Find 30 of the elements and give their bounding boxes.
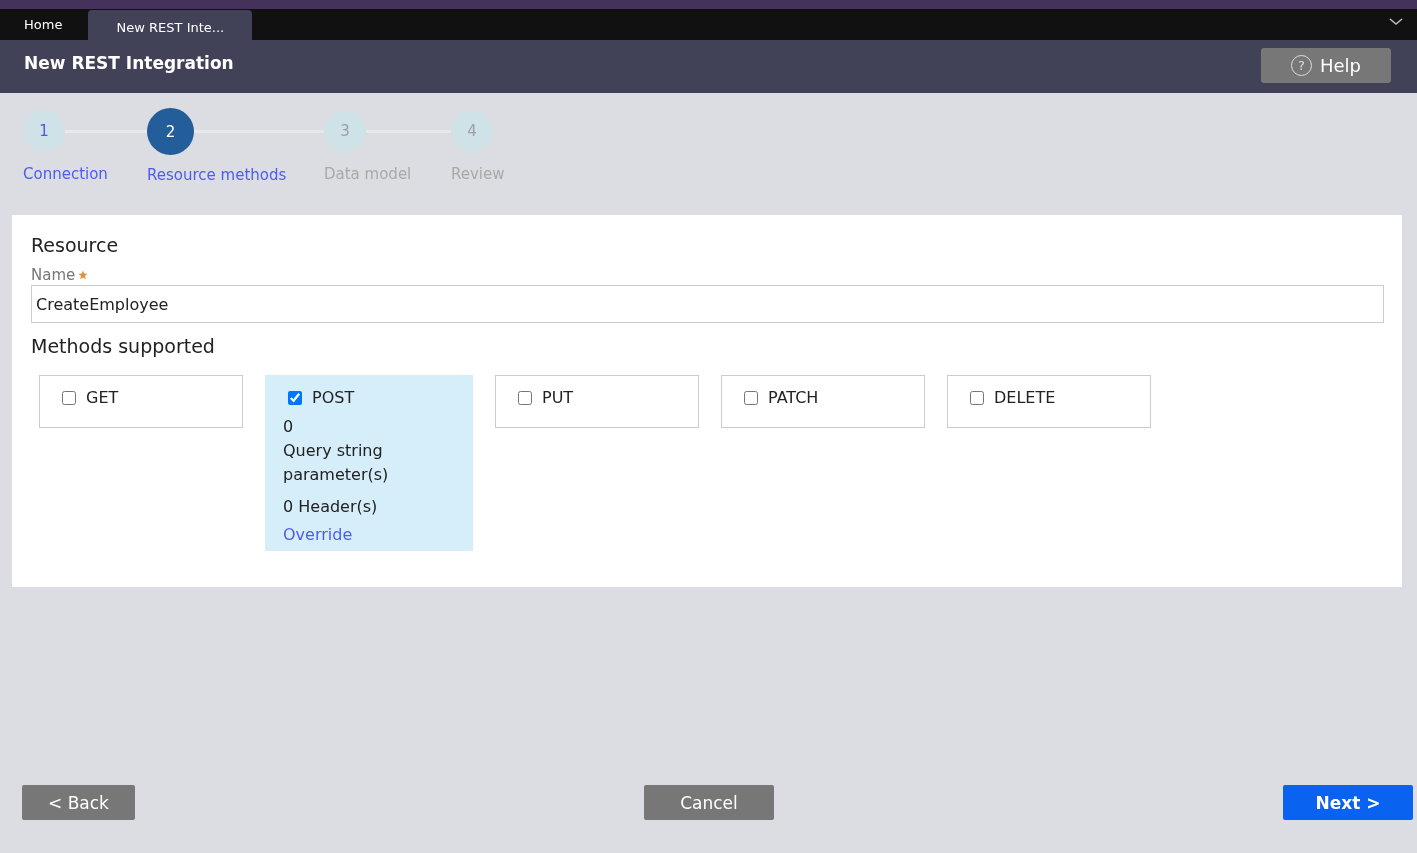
method-label[interactable]: POST — [312, 388, 355, 407]
next-button[interactable]: Next > — [1283, 785, 1413, 820]
step-label[interactable]: Connection — [23, 165, 147, 183]
method-checkbox[interactable] — [62, 390, 76, 405]
method-checkbox[interactable] — [288, 390, 302, 405]
method-checkbox[interactable] — [518, 390, 532, 405]
query-label: Query string parameter(s) — [283, 440, 390, 486]
tab[interactable]: Home — [8, 9, 79, 40]
method-label[interactable]: DELETE — [994, 388, 1056, 407]
cancel-button[interactable]: Cancel — [644, 785, 774, 820]
header-count: 0 Header(s) — [283, 496, 379, 518]
override-link[interactable]: Override — [283, 525, 455, 544]
method-label[interactable]: GET — [86, 388, 119, 407]
method-checkbox[interactable] — [970, 390, 984, 405]
page-title: New REST Integration — [24, 52, 234, 73]
method-checkbox[interactable] — [744, 390, 758, 405]
back-button[interactable]: < Back — [22, 785, 135, 820]
chevron-down-icon[interactable] — [1389, 18, 1403, 26]
method-label[interactable]: PATCH — [768, 388, 819, 407]
section-heading: Methods supported — [31, 335, 216, 357]
help-button[interactable]: ? Help — [1261, 48, 1391, 83]
query-count: 0 — [283, 416, 295, 438]
name-input-field[interactable]: CreateEmployee — [31, 285, 1384, 323]
field-label: Name — [31, 266, 76, 284]
step-number[interactable]: 1 — [23, 110, 65, 152]
tab[interactable]: New REST Inte... — [88, 10, 253, 40]
section-heading: Resource — [31, 234, 120, 256]
method-label[interactable]: PUT — [542, 388, 574, 407]
step-label[interactable]: Resource methods — [147, 166, 324, 184]
step-number[interactable]: 2 — [147, 108, 194, 155]
